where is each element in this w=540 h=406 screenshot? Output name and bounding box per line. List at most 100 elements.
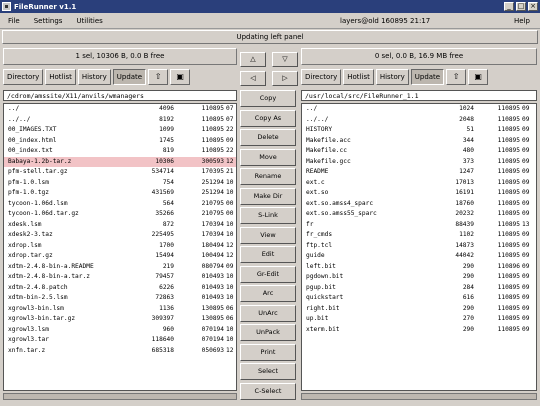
arc-button[interactable]: Arc [240, 285, 296, 302]
file-date: 170395 [201, 168, 224, 175]
right-tab-history[interactable]: History [375, 69, 409, 85]
right-arrow-icon[interactable]: ▷ [272, 71, 298, 86]
file-row[interactable]: ext.so 16191 110895 09 [302, 188, 536, 199]
left-tab-hotlist[interactable]: Hotlist [45, 69, 76, 85]
file-row[interactable]: xdesk.lsm 872 170394 10 [4, 220, 236, 231]
copy-as-button[interactable]: Copy As [240, 109, 296, 127]
right-file-list[interactable]: ../1024 110895 09 ../../2048 110895 09 HISTORY… [301, 103, 537, 391]
file-row[interactable]: 00_IMAGES.TXT 1099 110895 22 [4, 125, 236, 136]
file-row[interactable]: tycoon-1.06d.lsm 564 210795 00 [4, 199, 236, 210]
menu-file[interactable]: File [8, 17, 20, 25]
terminal-icon[interactable]: ▣ [468, 69, 489, 85]
file-row[interactable]: quickstart 616 110895 09 [302, 293, 536, 304]
parent-dir-icon[interactable]: ⇧ [148, 69, 169, 85]
file-row[interactable]: Makefile.acc 344 110895 09 [302, 136, 536, 147]
file-row[interactable]: xdtm-2.4.8-bin-a.README 219 080794 09 [4, 262, 236, 273]
left-file-list[interactable]: ../4096 110895 07 ../../8192 110895 07 00_IMAG… [3, 103, 237, 391]
file-row[interactable]: ext.so.amss4_sparc 18760 110895 09 [302, 199, 536, 210]
file-row[interactable]: ext.c 17013 110895 09 [302, 178, 536, 189]
file-row[interactable]: 00_index.html 1745 110895 09 [4, 136, 236, 147]
copy-button[interactable]: Copy [240, 90, 296, 107]
file-row[interactable]: guide 44042 110895 09 [302, 251, 536, 262]
file-row[interactable]: README 1247 110895 09 [302, 167, 536, 178]
file-row[interactable]: pgup.bit 284 110895 09 [302, 283, 536, 294]
file-name: xgrowl3.tar [8, 336, 49, 343]
file-row[interactable]: ftp.tcl 14873 110895 09 [302, 241, 536, 252]
left-tab-history[interactable]: History [77, 69, 111, 85]
menu-utilities[interactable]: Utilities [76, 17, 102, 25]
file-row[interactable]: xgrowl3.tar 118640 070194 10 [4, 335, 236, 346]
file-date: 110895 [497, 304, 520, 312]
file-row[interactable]: HISTORY 51 110895 09 [302, 125, 536, 136]
terminal-icon[interactable]: ▣ [170, 69, 191, 85]
print-button[interactable]: Print [240, 343, 296, 361]
right-tab-directory[interactable]: Directory [301, 69, 342, 85]
file-row[interactable]: xdtm-2.4.8-bin-a.tar.z 79457 010493 10 [4, 272, 236, 283]
file-row[interactable]: xdrop.lsm 1700 180494 12 [4, 241, 236, 252]
file-row[interactable]: Makefile.gcc 373 110895 09 [302, 157, 536, 168]
file-size: 534714 [151, 168, 174, 175]
edit-button[interactable]: Edit [240, 246, 296, 263]
file-row[interactable]: xgrowl3-bin.lsm 1136 130895 06 [4, 304, 236, 315]
make-dir-button[interactable]: Make Dir [240, 187, 296, 205]
move-button[interactable]: Move [240, 148, 296, 166]
right-scrollbar[interactable] [301, 393, 537, 400]
file-row[interactable]: pfm-1.0.lsm 754 251294 10 [4, 178, 236, 189]
file-row[interactable]: xdrop.tar.gz 15494 100494 12 [4, 251, 236, 262]
left-path-field[interactable]: /cdrom/amssite/X11/anvils/wmanagers [3, 90, 237, 101]
file-row[interactable]: ext.so.amss55_sparc 20232 110895 09 [302, 209, 536, 220]
c-select-button[interactable]: C-Select [240, 382, 296, 400]
file-row[interactable]: pfm-stell.tar.gz 534714 170395 21 [4, 167, 236, 178]
file-row[interactable]: up.bit 270 110895 09 [302, 314, 536, 325]
file-row[interactable]: left.bit 290 110896 09 [302, 262, 536, 273]
file-row[interactable]: xdesk2-3.taz 225495 170394 10 [4, 230, 236, 241]
file-row[interactable]: xgrowl3.lsm 960 070194 10 [4, 325, 236, 336]
down-arrow-icon[interactable]: ▽ [272, 52, 298, 67]
file-row[interactable]: right.bit 290 110895 09 [302, 304, 536, 315]
right-tab-update[interactable]: Update [410, 69, 445, 85]
unpack-button[interactable]: UnPack [240, 324, 296, 341]
file-date: 110895 [497, 199, 520, 207]
file-row[interactable]: Makefile.cc 480 110895 09 [302, 146, 536, 157]
rename-button[interactable]: Rename [240, 168, 296, 185]
file-row[interactable]: pfm-1.0.tgz 431569 251294 10 [4, 188, 236, 199]
menu-settings[interactable]: Settings [34, 17, 63, 25]
file-row[interactable]: xdtm-2.4.8.patch 6226 010493 10 [4, 283, 236, 294]
file-row[interactable]: ../ 1024 110895 09 [302, 104, 536, 115]
parent-dir-icon[interactable]: ⇧ [446, 69, 467, 85]
file-row[interactable]: Babaya-1.2b-tar.z 10306 300593 12 [4, 156, 236, 167]
left-scrollbar[interactable] [3, 393, 237, 400]
right-tab-hotlist[interactable]: Hotlist [343, 69, 374, 85]
file-row[interactable]: pgdown.bit 290 110895 09 [302, 272, 536, 283]
file-row[interactable]: ../ 4096 110895 07 [4, 104, 236, 115]
select-button[interactable]: Select [240, 363, 296, 380]
gr-edit-button[interactable]: Gr-Edit [240, 265, 296, 283]
up-arrow-icon[interactable]: △ [240, 52, 266, 67]
unarc-button[interactable]: UnArc [240, 304, 296, 322]
maximize-button[interactable]: □ [516, 2, 526, 11]
file-row[interactable]: xdtm-bin-2.5.lsm 72863 010493 10 [4, 293, 236, 304]
minimize-button[interactable]: _ [504, 2, 514, 11]
file-time: 09 [522, 315, 530, 322]
file-row[interactable]: tycoon-1.06d.tar.gz 35266 210795 00 [4, 209, 236, 220]
menu-help[interactable]: Help [514, 17, 530, 25]
file-row[interactable]: ../../ 2048 110895 09 [302, 115, 536, 126]
file-row[interactable]: ../../ 8192 110895 07 [4, 115, 236, 126]
left-tab-update[interactable]: Update [112, 69, 147, 85]
close-button[interactable]: × [528, 2, 538, 11]
s-link-button[interactable]: S-Link [240, 207, 296, 224]
file-row[interactable]: fr 88439 110895 13 [302, 220, 536, 231]
file-row[interactable]: xterm.bit 290 110895 09 [302, 325, 536, 336]
file-row[interactable]: fr_cmds 1102 110895 09 [302, 230, 536, 241]
file-size: 118640 [151, 336, 174, 343]
app-icon[interactable] [2, 2, 11, 11]
file-row[interactable]: xnfn.tar.z 685318 050693 12 [4, 346, 236, 357]
left-tab-directory[interactable]: Directory [3, 69, 44, 85]
file-row[interactable]: xgrowl3-bin.tar.gz 309397 130895 06 [4, 314, 236, 325]
right-path-field[interactable]: /usr/local/src/FileRunner_1.1 [301, 90, 537, 101]
left-arrow-icon[interactable]: ◁ [240, 71, 266, 86]
view-button[interactable]: View [240, 226, 296, 244]
delete-button[interactable]: Delete [240, 129, 296, 146]
file-row[interactable]: 00_index.txt 819 110895 22 [4, 146, 236, 157]
file-name: left.bit [306, 262, 336, 270]
